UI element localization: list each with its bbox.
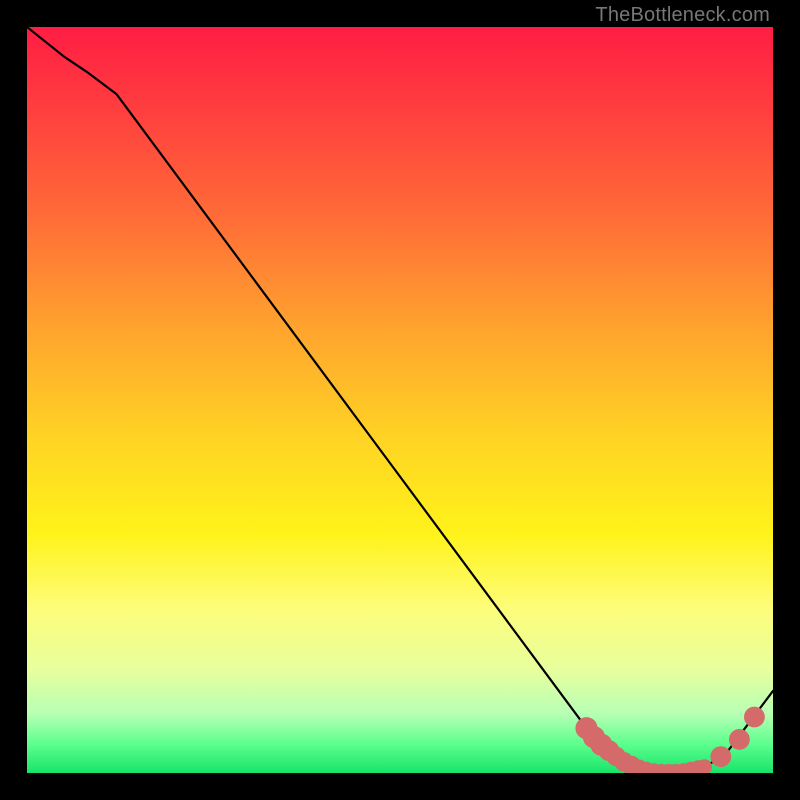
highlight-dot: [729, 729, 750, 750]
bottleneck-curve: [27, 27, 773, 773]
curve-svg: [27, 27, 773, 773]
highlight-dot: [744, 707, 765, 728]
chart-stage: TheBottleneck.com: [0, 0, 800, 800]
plot-area: [27, 27, 773, 773]
attribution-label: TheBottleneck.com: [595, 4, 770, 27]
highlight-dots: [575, 707, 764, 773]
highlight-dot: [710, 746, 731, 767]
